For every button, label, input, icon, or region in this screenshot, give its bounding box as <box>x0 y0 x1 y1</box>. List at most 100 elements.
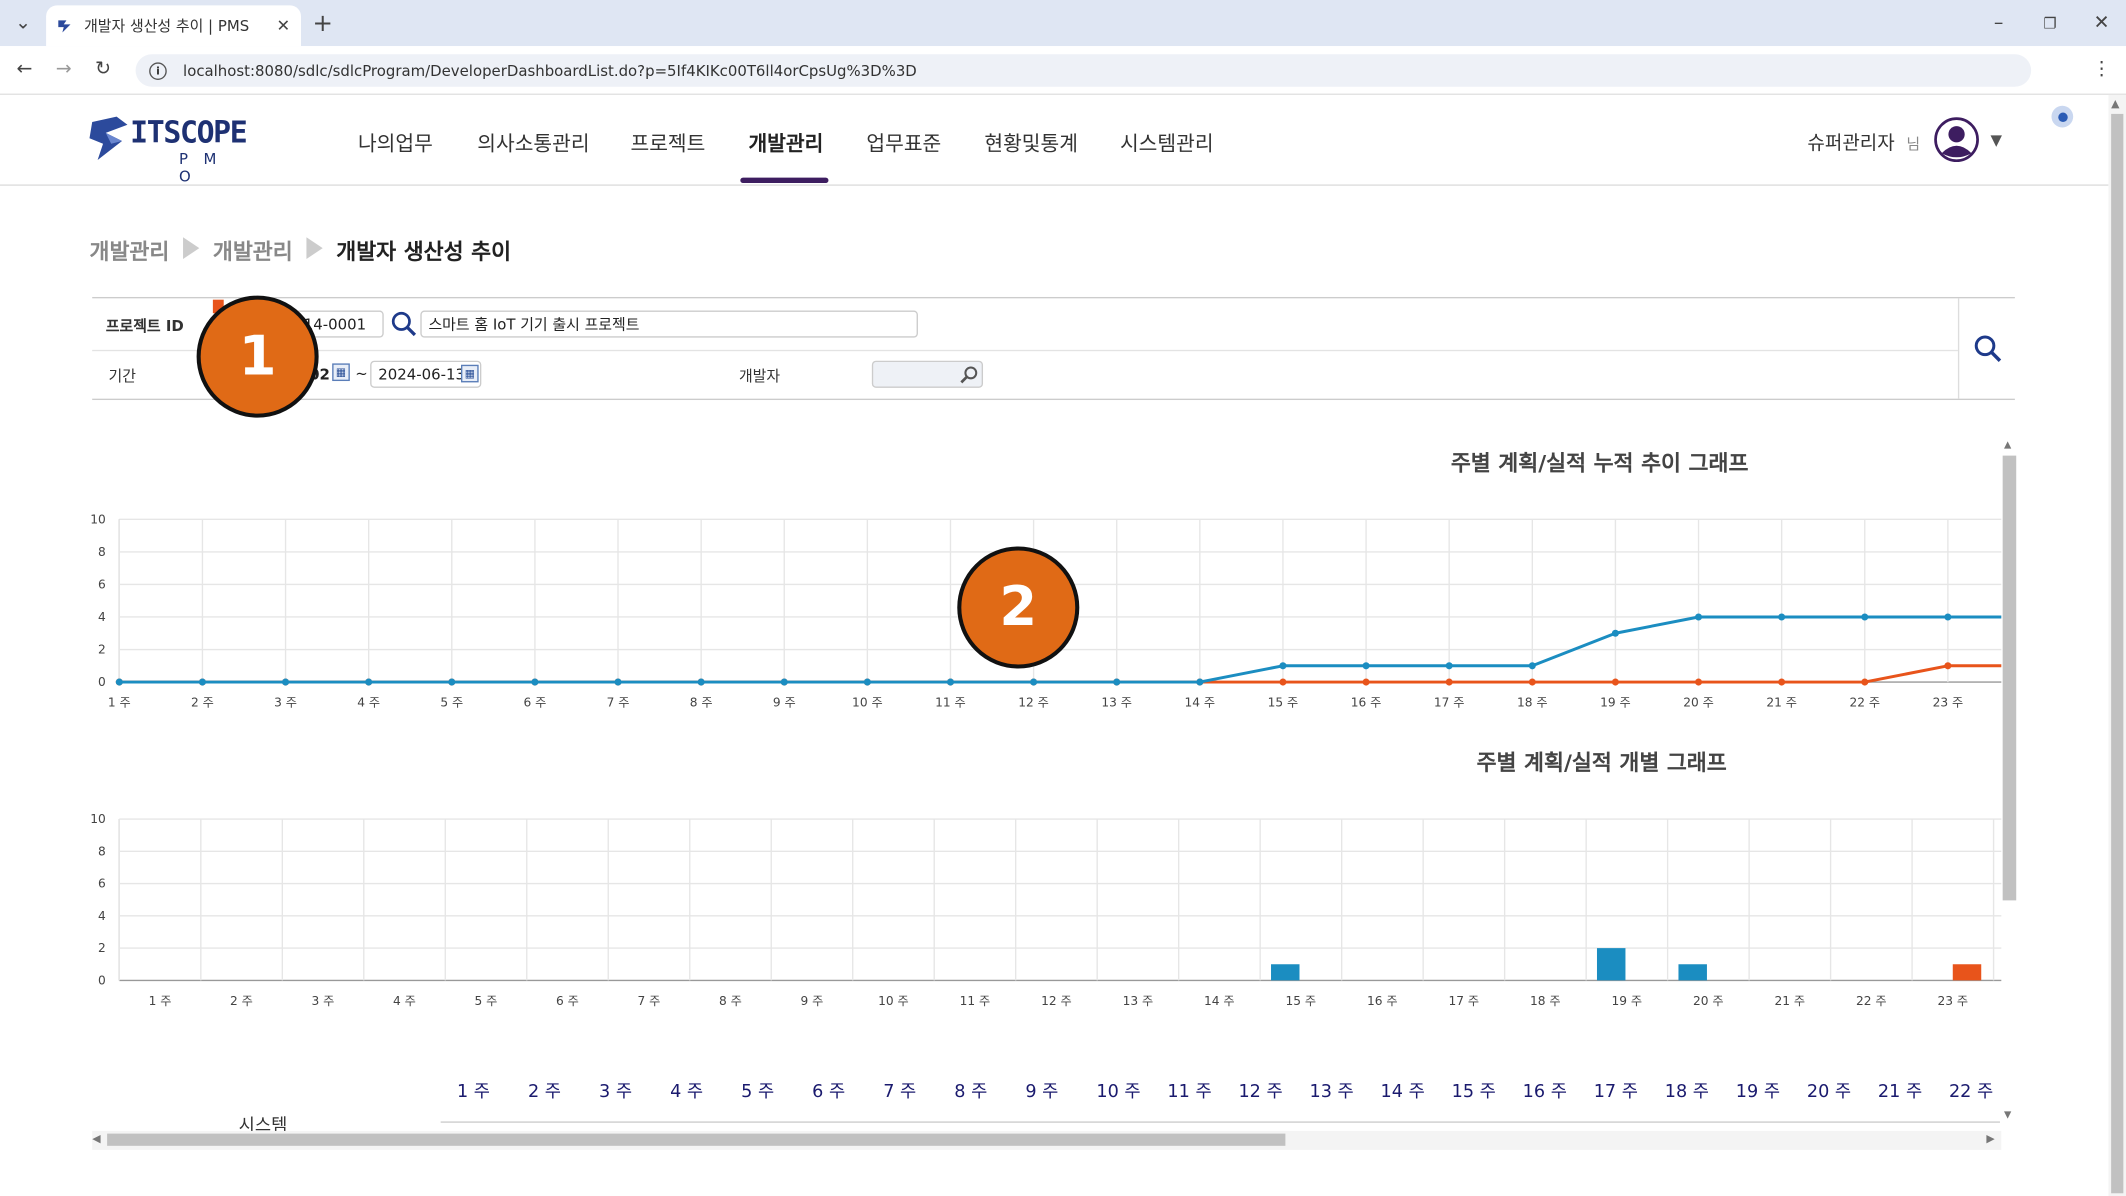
bar <box>1271 964 1300 981</box>
page-vertical-thumb[interactable] <box>2111 113 2124 1194</box>
calendar-end-icon[interactable]: ▦ <box>461 364 479 383</box>
week-column-header: 1 주 <box>456 1082 490 1103</box>
nav-project[interactable]: 프로젝트 <box>630 129 705 157</box>
nav-my-work[interactable]: 나의업무 <box>358 129 433 157</box>
x-tick-label: 15 주 <box>1268 695 1299 709</box>
content-vertical-scrollbar[interactable]: ▲ ▼ <box>2002 439 2017 1128</box>
x-tick-label: 20 주 <box>1683 695 1714 709</box>
data-point <box>1695 613 1703 621</box>
user-name: 슈퍼관리자 <box>1807 132 1895 155</box>
scroll-down-icon[interactable]: ▼ <box>2004 1109 2011 1120</box>
nav-system-admin[interactable]: 시스템관리 <box>1120 129 1214 157</box>
logo-subtext: P M O <box>178 150 222 186</box>
breadcrumb-item-1[interactable]: 개발관리 <box>89 233 169 266</box>
page-vertical-scrollbar[interactable]: ▲ <box>2108 94 2126 1196</box>
search-button[interactable] <box>1957 298 2015 399</box>
x-tick-label: 16 주 <box>1351 695 1382 709</box>
itscope-logo[interactable]: ITSCOPE P M O <box>87 114 248 186</box>
breadcrumb-item-2[interactable]: 개발관리 <box>213 233 293 266</box>
project-search-icon[interactable] <box>390 311 417 338</box>
week-column-header: 5 주 <box>741 1082 775 1103</box>
new-tab-plus-icon[interactable]: + <box>306 7 339 40</box>
x-tick-label: 2 주 <box>191 695 214 709</box>
minimize-icon[interactable]: – <box>1982 7 2015 40</box>
x-tick-label: 1 주 <box>108 695 131 709</box>
data-point <box>1611 629 1619 637</box>
data-point <box>1113 678 1121 686</box>
window-close-icon[interactable]: ✕ <box>2085 7 2118 40</box>
data-point <box>448 678 456 686</box>
week-column-header: 4 주 <box>670 1082 704 1103</box>
data-point <box>614 678 622 686</box>
tab-title: 개발자 생산성 추이 | PMS <box>84 17 250 36</box>
x-tick-label: 3 주 <box>312 994 335 1008</box>
reload-icon[interactable]: ↻ <box>87 53 120 86</box>
nav-standards[interactable]: 업무표준 <box>866 129 941 157</box>
y-tick-label: 8 <box>98 545 106 559</box>
x-tick-label: 14 주 <box>1185 695 1216 709</box>
data-point <box>1695 678 1703 686</box>
site-info-icon[interactable]: i <box>149 61 167 80</box>
data-point <box>1528 678 1536 686</box>
tab-close-icon[interactable]: ✕ <box>277 16 291 35</box>
x-tick-label: 20 주 <box>1693 994 1724 1008</box>
breadcrumb-arrow-icon <box>183 237 200 259</box>
data-point <box>1861 678 1869 686</box>
developer-search-icon[interactable] <box>960 365 979 384</box>
nav-status-statistics[interactable]: 현황및통계 <box>984 129 1078 157</box>
week-column-header: 16 주 <box>1522 1082 1567 1103</box>
data-point <box>1528 662 1536 670</box>
itscope-favicon-icon <box>58 20 71 33</box>
week-column-header: 8 주 <box>954 1082 988 1103</box>
bar-chart-title: 주별 계획/실적 개별 그래프 <box>1476 749 1727 776</box>
data-point <box>946 678 955 686</box>
y-tick-label: 10 <box>90 812 106 826</box>
developer-label: 개발자 <box>738 367 781 386</box>
scroll-left-icon[interactable]: ◀ <box>92 1132 100 1144</box>
x-tick-label: 6 주 <box>556 994 579 1008</box>
restore-icon[interactable]: ❐ <box>2034 7 2067 40</box>
x-tick-label: 9 주 <box>800 994 823 1008</box>
user-menu-caret-icon[interactable]: ▼ <box>1990 132 2001 150</box>
x-tick-label: 6 주 <box>523 695 546 709</box>
x-tick-label: 21 주 <box>1766 695 1797 709</box>
data-point <box>1445 662 1453 670</box>
x-tick-label: 15 주 <box>1286 994 1317 1008</box>
x-tick-label: 22 주 <box>1849 695 1880 709</box>
week-column-header: 21 주 <box>1877 1082 1923 1103</box>
url-bar[interactable]: i localhost:8080/sdlc/sdlcProgram/Develo… <box>135 54 2032 87</box>
forward-arrow-icon[interactable]: → <box>47 53 80 86</box>
nav-development[interactable]: 개발관리 <box>748 129 823 157</box>
browser-menu-icon[interactable]: ⋮ <box>2085 53 2118 86</box>
content-vertical-thumb[interactable] <box>2002 455 2017 901</box>
back-arrow-icon[interactable]: ← <box>8 53 41 86</box>
x-tick-label: 10 주 <box>852 695 883 709</box>
x-tick-label: 8 주 <box>690 695 713 709</box>
x-tick-label: 13 주 <box>1123 994 1154 1008</box>
horizontal-scroll-thumb[interactable] <box>107 1133 1286 1146</box>
nav-communication[interactable]: 의사소통관리 <box>477 129 589 157</box>
scroll-right-icon[interactable]: ▶ <box>1986 1132 1994 1144</box>
browser-tab-bar: ⌄ 개발자 생산성 추이 | PMS ✕ + – ❐ ✕ <box>0 0 2126 47</box>
calendar-start-icon[interactable]: ▦ <box>332 363 350 382</box>
x-tick-label: 18 주 <box>1530 994 1561 1008</box>
week-column-header: 22 주 <box>1948 1082 1994 1103</box>
tab-list-chevron-icon[interactable]: ⌄ <box>7 7 40 40</box>
weekly-bar-chart: 0 2 4 6 8 10 1 주 2 주 3 주 4 주 5 주 6 주 7 주 8 주 9 주 10 주 11… <box>90 812 2002 1008</box>
step-marker-2: 2 <box>957 546 1080 669</box>
x-tick-label: 19 주 <box>1612 994 1643 1008</box>
browser-tab[interactable]: 개발자 생산성 추이 | PMS ✕ <box>46 5 302 47</box>
x-tick-label: 8 주 <box>719 994 742 1008</box>
y-tick-label: 4 <box>98 610 106 624</box>
scroll-up-icon[interactable]: ▲ <box>2004 439 2011 450</box>
page-scroll-up-icon[interactable]: ▲ <box>2111 98 2119 110</box>
horizontal-scrollbar[interactable]: ◀ ▶ <box>92 1130 2002 1150</box>
url-text: localhost:8080/sdlc/sdlcProgram/Develope… <box>183 61 917 80</box>
user-avatar-icon[interactable] <box>1934 117 1980 163</box>
search-icon <box>1974 335 2001 362</box>
x-tick-label: 11 주 <box>960 994 991 1008</box>
x-tick-label: 4 주 <box>393 994 416 1008</box>
project-id-label: 프로젝트 ID <box>105 317 184 335</box>
x-tick-label: 4 주 <box>357 695 380 709</box>
table-divider <box>440 1121 2000 1123</box>
